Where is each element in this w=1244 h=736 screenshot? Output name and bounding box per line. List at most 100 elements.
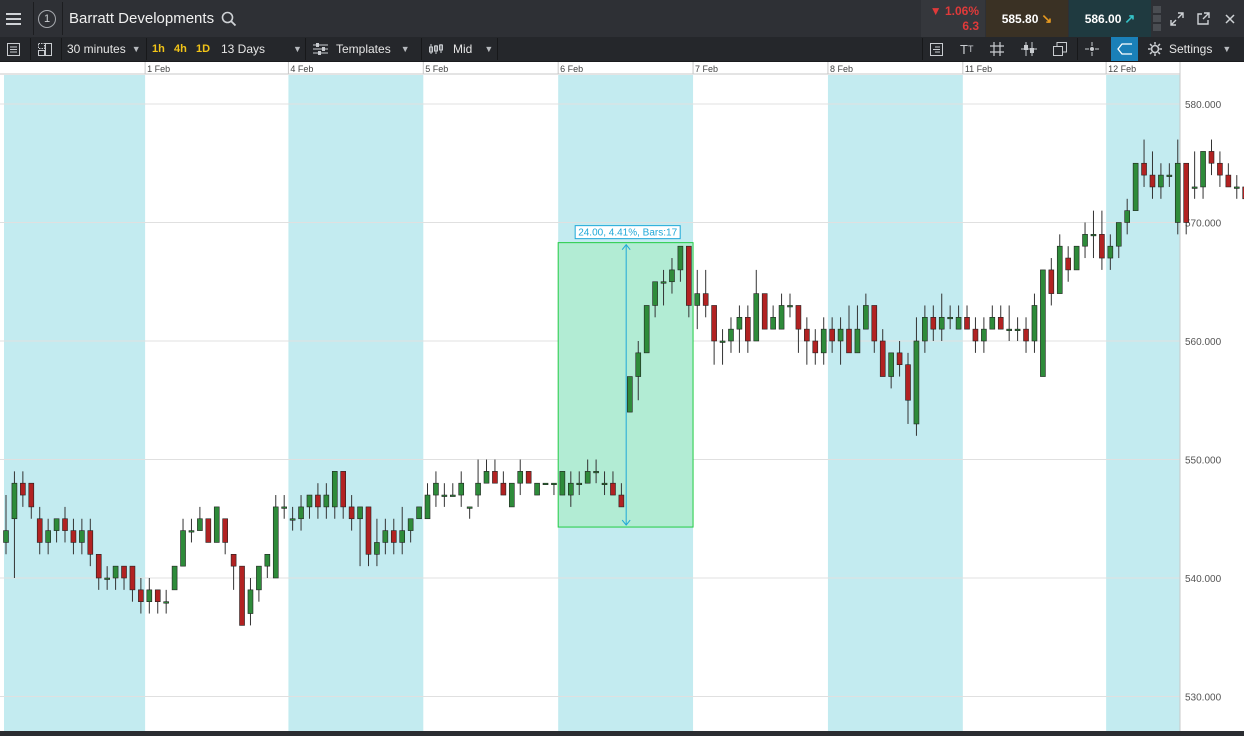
interval-dropdown[interactable]: 30 minutes ▼ xyxy=(67,37,141,61)
divider xyxy=(33,2,34,35)
candle-body xyxy=(433,482,439,496)
grid-icon[interactable] xyxy=(990,37,1006,61)
alert-count-button[interactable]: 1 xyxy=(38,0,58,37)
quick-interval-1h[interactable]: 1h xyxy=(152,37,165,61)
candle-body xyxy=(1073,245,1080,271)
candle-body xyxy=(728,328,734,342)
range-dropdown[interactable]: 13 Days ▼ xyxy=(221,37,302,61)
candle-body xyxy=(390,530,397,543)
divider xyxy=(62,2,63,35)
candle-body xyxy=(1217,162,1223,176)
candle-body xyxy=(997,317,1004,330)
y-tick-label: 580.000 xyxy=(1185,100,1222,111)
x-tick-label: 5 Feb xyxy=(425,64,448,74)
candle-body xyxy=(930,317,937,330)
layout-icon[interactable] xyxy=(38,37,54,61)
candle-body xyxy=(146,589,153,602)
candle-body xyxy=(947,317,953,320)
change-absolute: 6.3 xyxy=(962,19,979,33)
candle-body xyxy=(154,589,161,602)
candle-body xyxy=(669,269,675,283)
candle-body xyxy=(416,506,422,520)
y-tick-label: 550.000 xyxy=(1185,456,1222,467)
candle-body xyxy=(559,471,566,496)
candle-body xyxy=(1200,151,1206,188)
y-tick-label: 530.000 xyxy=(1185,693,1222,704)
candle-body xyxy=(711,305,717,342)
candle-body xyxy=(1149,174,1156,188)
quick-interval-1d[interactable]: 1D xyxy=(196,37,210,61)
candle-body xyxy=(905,364,911,401)
cursor-tool-icon[interactable] xyxy=(1085,37,1101,61)
indicator-panel-icon[interactable] xyxy=(930,37,946,61)
candle-body xyxy=(492,471,498,484)
candle-body xyxy=(36,518,43,543)
candle-body xyxy=(1031,305,1038,342)
x-tick-label: 8 Feb xyxy=(830,64,853,74)
candle-body xyxy=(1225,174,1232,188)
candle-body xyxy=(551,482,557,486)
settings-dropdown[interactable]: Settings ▼ xyxy=(1148,37,1231,61)
candle-body xyxy=(922,317,928,342)
measure-tool-button[interactable] xyxy=(1111,37,1138,61)
measure-icon xyxy=(1116,43,1132,55)
candle-body xyxy=(3,530,9,543)
candle-body xyxy=(222,518,228,543)
candle-body xyxy=(677,245,684,271)
crosshair-tool-icon[interactable] xyxy=(1021,37,1037,61)
pop-out-icon[interactable] xyxy=(1190,0,1216,37)
buy-price-button[interactable]: 586.00 ↗ xyxy=(1069,0,1151,37)
price-type-dropdown[interactable]: Mid ▼ xyxy=(429,37,493,61)
session-band xyxy=(827,75,963,731)
candle-body xyxy=(854,328,861,354)
candle-body xyxy=(475,482,481,496)
candle-body xyxy=(913,340,920,425)
price-chart[interactable]: 1 Feb 4 Feb 5 Feb 6 Feb 7 Feb 8 Feb 11 Feb 12 F… xyxy=(0,62,1244,731)
candle-body xyxy=(20,482,26,496)
chart-list-icon[interactable] xyxy=(7,37,23,61)
chevron-down-icon: ▼ xyxy=(293,44,302,54)
candle-body xyxy=(121,565,127,579)
candle-body xyxy=(247,589,254,614)
session-band xyxy=(4,75,146,731)
candle-body xyxy=(441,494,448,497)
templates-dropdown[interactable]: Templates ▼ xyxy=(313,37,410,61)
candle-body xyxy=(938,317,945,330)
candle-body xyxy=(846,328,852,354)
candle-body xyxy=(820,328,827,354)
y-tick-label: 570.000 xyxy=(1185,219,1222,230)
x-tick-label: 4 Feb xyxy=(290,64,313,74)
candle-body xyxy=(1107,245,1114,259)
candle-body xyxy=(256,565,262,591)
settings-label: Settings xyxy=(1169,42,1213,56)
panel-handle-icon[interactable] xyxy=(1151,0,1163,37)
sell-price: 585.80 xyxy=(1001,11,1039,26)
divider xyxy=(1077,38,1078,60)
candle-body xyxy=(323,494,330,508)
text-size-icon[interactable]: TT xyxy=(960,37,973,61)
candle-body xyxy=(70,530,77,543)
candlestick-chart[interactable]: 1 Feb 4 Feb 5 Feb 6 Feb 7 Feb 8 Feb 11 Feb 12 F… xyxy=(0,62,1244,731)
candle-body xyxy=(770,317,776,330)
candle-body xyxy=(618,494,625,508)
search-icon[interactable] xyxy=(221,0,239,37)
close-icon[interactable] xyxy=(1217,0,1243,37)
price-type-value: Mid xyxy=(453,42,473,56)
candle-body xyxy=(542,482,549,486)
candle-body xyxy=(761,293,768,330)
expand-icon[interactable] xyxy=(1164,0,1190,37)
sell-price-button[interactable]: 585.80 ↘ xyxy=(986,0,1068,37)
hamburger-menu-icon[interactable] xyxy=(6,0,28,37)
candle-body xyxy=(787,305,793,308)
candle-body xyxy=(719,340,726,343)
candle-body xyxy=(1040,269,1046,377)
candle-body xyxy=(382,530,389,543)
quick-interval-4h[interactable]: 4h xyxy=(174,37,187,61)
candle-body xyxy=(500,482,507,496)
copy-chart-icon[interactable] xyxy=(1053,37,1069,61)
candle-body xyxy=(407,518,414,531)
candle-body xyxy=(315,494,321,508)
candle-body xyxy=(138,589,144,602)
instrument-title[interactable]: Barratt Developments xyxy=(69,0,214,37)
candle-body xyxy=(517,471,524,484)
